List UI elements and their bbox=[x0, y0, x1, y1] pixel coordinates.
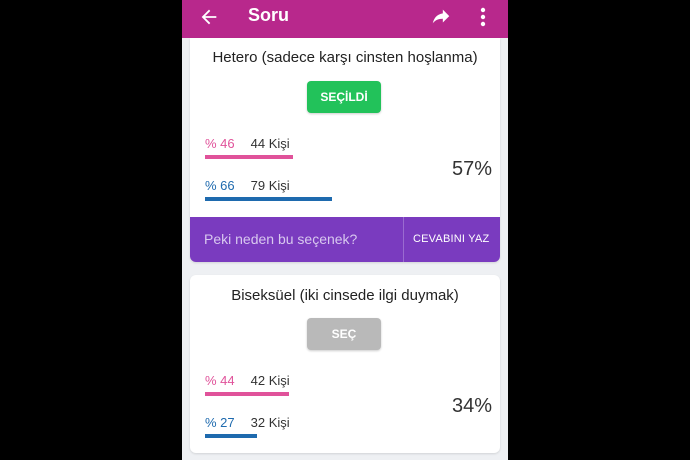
reason-bar[interactable]: Peki neden bu seçenek? CEVABINI YAZ bbox=[190, 217, 500, 262]
option-title: Hetero (sadece karşı cinsten hoşlanma) bbox=[212, 49, 478, 66]
male-percent: % 27 bbox=[205, 415, 235, 430]
more-vertical-icon[interactable] bbox=[478, 5, 488, 29]
male-count: 79 Kişi bbox=[250, 178, 290, 193]
male-bar bbox=[205, 434, 257, 438]
app-screen: Soru Hetero (sadece karşı cinsten hoşlan… bbox=[182, 0, 508, 460]
female-stat: % 46 44 Kişi bbox=[205, 136, 290, 151]
female-percent: % 46 bbox=[205, 136, 235, 151]
male-percent: % 66 bbox=[205, 178, 235, 193]
female-stat: % 44 42 Kişi bbox=[205, 373, 290, 388]
male-stat: % 66 79 Kişi bbox=[205, 178, 290, 193]
female-bar bbox=[205, 392, 290, 396]
arrow-back-icon[interactable] bbox=[198, 6, 220, 28]
total-percent: 57% bbox=[451, 158, 492, 180]
option-title: Biseksüel (iki cinsede ilgi duymak) bbox=[231, 287, 459, 304]
share-icon[interactable] bbox=[430, 6, 452, 28]
selected-button[interactable]: SEÇİLDİ bbox=[307, 81, 381, 113]
female-count: 42 Kişi bbox=[250, 373, 290, 388]
reason-placeholder[interactable]: Peki neden bu seçenek? bbox=[204, 231, 357, 247]
male-bar bbox=[205, 197, 332, 201]
option-card-hetero: Hetero (sadece karşı cinsten hoşlanma) S… bbox=[190, 38, 500, 262]
male-count: 32 Kişi bbox=[250, 415, 290, 430]
female-percent: % 44 bbox=[205, 373, 235, 388]
page-title: Soru bbox=[248, 5, 290, 25]
write-answer-button[interactable]: CEVABINI YAZ bbox=[413, 233, 489, 245]
female-count: 44 Kişi bbox=[250, 136, 290, 151]
male-stat: % 27 32 Kişi bbox=[205, 415, 290, 430]
female-bar bbox=[205, 155, 294, 159]
select-button[interactable]: SEÇ bbox=[307, 318, 381, 350]
app-bar: Soru bbox=[182, 0, 508, 38]
divider bbox=[403, 217, 404, 262]
option-card-bisexual: Biseksüel (iki cinsede ilgi duymak) SEÇ … bbox=[190, 275, 500, 453]
total-percent: 34% bbox=[451, 395, 492, 417]
